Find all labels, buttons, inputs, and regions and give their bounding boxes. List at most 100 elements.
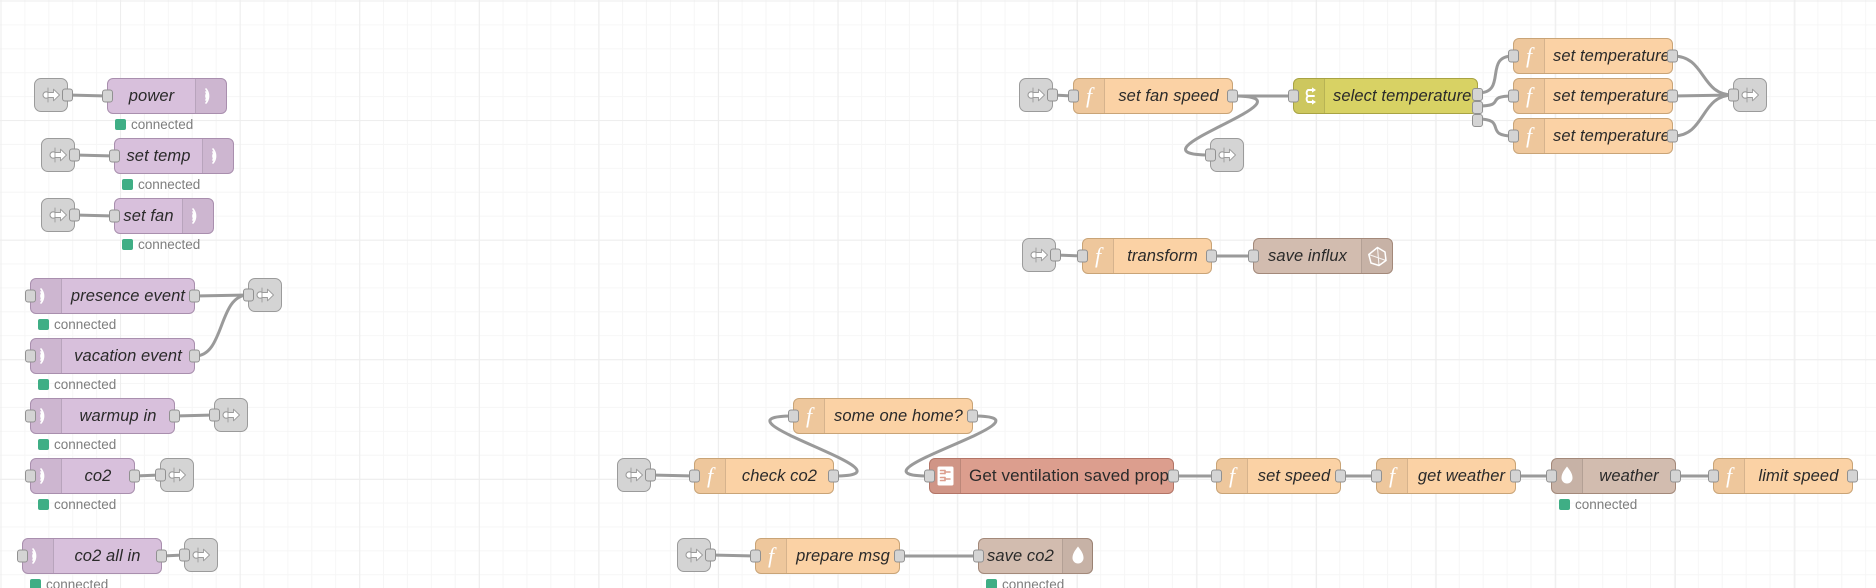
node-output-port[interactable]: [62, 88, 73, 102]
node-co2-all-in[interactable]: co2 all in: [17, 538, 167, 574]
node-input-port[interactable]: [1708, 469, 1719, 483]
node-output-port[interactable]: [129, 469, 140, 483]
node-input-port[interactable]: [1546, 469, 1557, 483]
node-set-fan[interactable]: set fan: [109, 198, 214, 234]
flow-canvas[interactable]: power connected set temp connected set fan co…: [0, 0, 1876, 588]
node-linkin-settemp[interactable]: [41, 138, 80, 172]
node-output-port[interactable]: [1047, 88, 1058, 102]
node-output-port-3[interactable]: [1472, 114, 1483, 127]
node-set-temp[interactable]: set temp: [109, 138, 234, 174]
node-input-port[interactable]: [1211, 469, 1222, 483]
node-limit-speed[interactable]: f limit speed: [1708, 458, 1858, 494]
node-output-port[interactable]: [1847, 469, 1858, 483]
node-output-port[interactable]: [69, 208, 80, 222]
node-input-port[interactable]: [1248, 249, 1259, 263]
node-set-temperature-1[interactable]: f set temperature: [1508, 38, 1678, 74]
wire-linkin-preparemsg-to-prepare-msg[interactable]: [709, 553, 757, 558]
node-output-port[interactable]: [1168, 469, 1179, 483]
node-output-port[interactable]: [828, 469, 839, 483]
node-output-port[interactable]: [1227, 89, 1238, 103]
node-get-weather[interactable]: f get weather: [1371, 458, 1521, 494]
node-presence-event[interactable]: presence event: [25, 278, 200, 314]
node-weather[interactable]: weather: [1546, 458, 1681, 494]
node-power[interactable]: power: [102, 78, 227, 114]
node-output-port[interactable]: [169, 409, 180, 423]
node-output-port-2[interactable]: [1472, 101, 1483, 114]
node-linkout-co2[interactable]: [155, 458, 194, 492]
node-set-speed[interactable]: f set speed: [1211, 458, 1346, 494]
node-output-port[interactable]: [156, 549, 167, 563]
node-output-port[interactable]: [1510, 469, 1521, 483]
wire-set-temperature-3-to-linkout-settemp[interactable]: [1671, 93, 1735, 138]
node-input-port[interactable]: [1077, 249, 1088, 263]
node-input-port[interactable]: [17, 549, 28, 563]
wire-presence-event-to-linkout-events[interactable]: [193, 293, 250, 298]
node-input-port[interactable]: [750, 549, 761, 563]
node-input-port[interactable]: [788, 409, 799, 423]
node-input-port[interactable]: [1068, 89, 1079, 103]
node-output-port[interactable]: [1206, 249, 1217, 263]
node-linkout-fanspeed[interactable]: [1205, 138, 1244, 172]
node-co2[interactable]: co2: [25, 458, 140, 494]
node-transform[interactable]: f transform: [1077, 238, 1217, 274]
wire-set-temperature-1-to-linkout-settemp[interactable]: [1671, 54, 1735, 97]
wire-set-temperature-2-to-linkout-settemp[interactable]: [1671, 93, 1735, 98]
node-input-port[interactable]: [243, 288, 254, 302]
node-input-port[interactable]: [155, 468, 166, 482]
node-input-port[interactable]: [924, 469, 935, 483]
node-input-port[interactable]: [1728, 88, 1739, 102]
node-linkin-fanspeed[interactable]: [1019, 78, 1058, 112]
node-input-port[interactable]: [25, 469, 36, 483]
node-output-port[interactable]: [1667, 49, 1678, 63]
node-warmup-in[interactable]: warmup in: [25, 398, 180, 434]
node-input-port[interactable]: [1508, 49, 1519, 63]
node-output-port[interactable]: [705, 548, 716, 562]
node-output-port[interactable]: [1667, 129, 1678, 143]
node-input-port[interactable]: [25, 349, 36, 363]
node-set-temperature-3[interactable]: f set temperature: [1508, 118, 1678, 154]
node-output-port[interactable]: [1050, 248, 1061, 262]
node-input-port[interactable]: [109, 209, 120, 223]
node-linkin-setfan[interactable]: [41, 198, 80, 232]
node-linkin-checkco2[interactable]: [617, 458, 656, 492]
node-output-port[interactable]: [894, 549, 905, 563]
node-vacation-event[interactable]: vacation event: [25, 338, 200, 374]
node-input-port[interactable]: [109, 149, 120, 163]
node-output-port[interactable]: [1670, 469, 1681, 483]
node-linkout-settemp[interactable]: [1728, 78, 1767, 112]
node-output-port[interactable]: [1335, 469, 1346, 483]
node-output-port[interactable]: [189, 349, 200, 363]
node-prepare-msg[interactable]: f prepare msg: [750, 538, 905, 574]
node-linkout-co2all[interactable]: [179, 538, 218, 572]
node-input-port[interactable]: [973, 549, 984, 563]
node-input-port[interactable]: [689, 469, 700, 483]
node-linkin-preparemsg[interactable]: [677, 538, 716, 572]
node-linkin-power[interactable]: [34, 78, 73, 112]
node-get-ventilation-saved-props[interactable]: Get ventilation saved props: [924, 458, 1179, 494]
node-input-port[interactable]: [1205, 148, 1216, 162]
wire-vacation-event-to-linkout-events[interactable]: [193, 293, 250, 358]
node-output-port[interactable]: [645, 468, 656, 482]
node-some-one-home[interactable]: f some one home?: [788, 398, 978, 434]
node-output-port[interactable]: [1667, 89, 1678, 103]
node-linkout-events[interactable]: [243, 278, 282, 312]
node-input-port[interactable]: [209, 408, 220, 422]
node-output-port[interactable]: [69, 148, 80, 162]
node-linkin-transform[interactable]: [1022, 238, 1061, 272]
node-input-port[interactable]: [25, 409, 36, 423]
node-output-port-1[interactable]: [1472, 88, 1483, 101]
wire-linkin-checkco2-to-check-co2[interactable]: [649, 473, 696, 478]
node-select-temperature[interactable]: select temperature: [1288, 78, 1483, 127]
node-check-co2[interactable]: f check co2: [689, 458, 839, 494]
node-input-port[interactable]: [1371, 469, 1382, 483]
node-linkout-warmup[interactable]: [209, 398, 248, 432]
node-output-port[interactable]: [967, 409, 978, 423]
node-save-influx[interactable]: save influx: [1248, 238, 1393, 274]
node-input-port[interactable]: [1508, 89, 1519, 103]
node-save-co2[interactable]: save co2: [973, 538, 1093, 574]
node-input-port[interactable]: [179, 548, 190, 562]
node-output-port[interactable]: [189, 289, 200, 303]
node-set-temperature-2[interactable]: f set temperature: [1508, 78, 1678, 114]
node-input-port[interactable]: [1288, 89, 1299, 103]
node-input-port[interactable]: [1508, 129, 1519, 143]
